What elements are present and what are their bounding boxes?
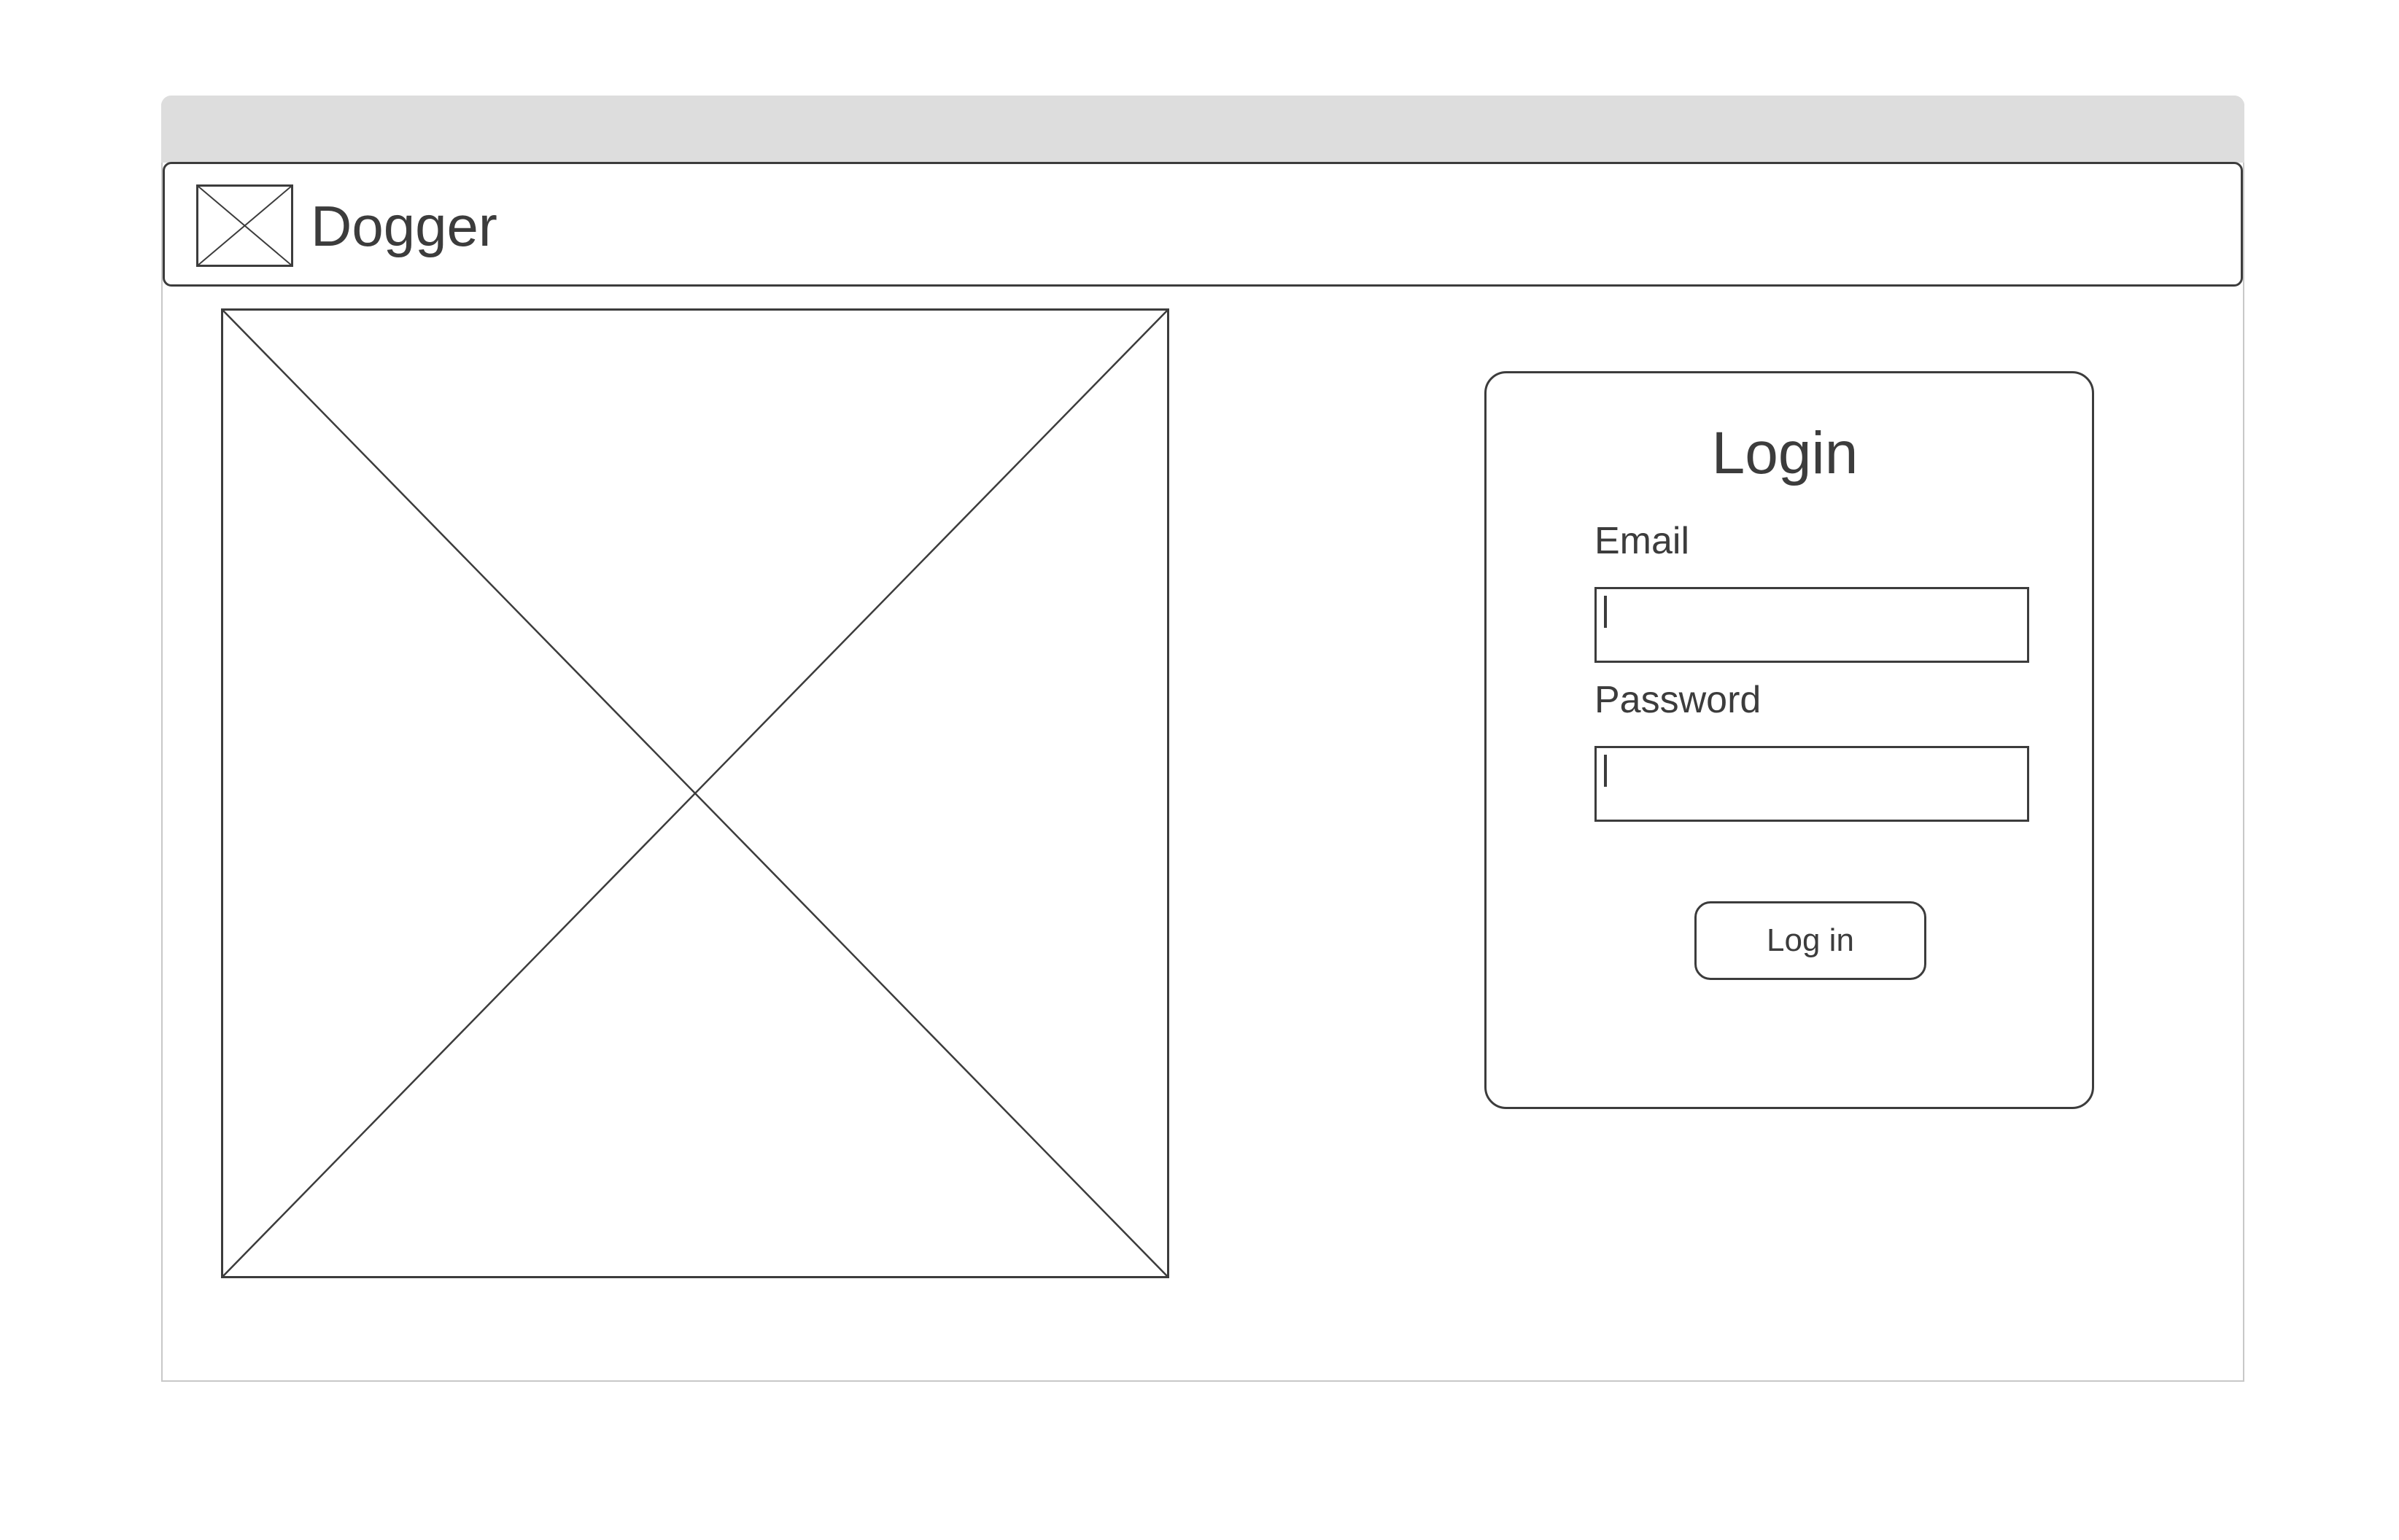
- logo-placeholder-icon: [196, 184, 293, 267]
- login-title: Login: [1711, 420, 1859, 486]
- top-navbar: Dogger: [163, 162, 2243, 287]
- hero-image-placeholder-icon: [221, 308, 1169, 1278]
- brand-name: Dogger: [311, 194, 497, 258]
- password-text-cursor: [1604, 755, 1607, 787]
- login-card: Login Email Password Log in: [1484, 371, 2094, 1109]
- email-label: Email: [1594, 520, 1690, 562]
- email-field[interactable]: [1594, 587, 2029, 663]
- window-title-bar: [161, 96, 2244, 163]
- password-field[interactable]: [1594, 746, 2029, 822]
- email-text-cursor: [1604, 596, 1607, 628]
- browser-window: Dogger Login Email Password Log in: [161, 96, 2244, 1382]
- login-button[interactable]: Log in: [1694, 901, 1926, 980]
- password-label: Password: [1594, 679, 1762, 721]
